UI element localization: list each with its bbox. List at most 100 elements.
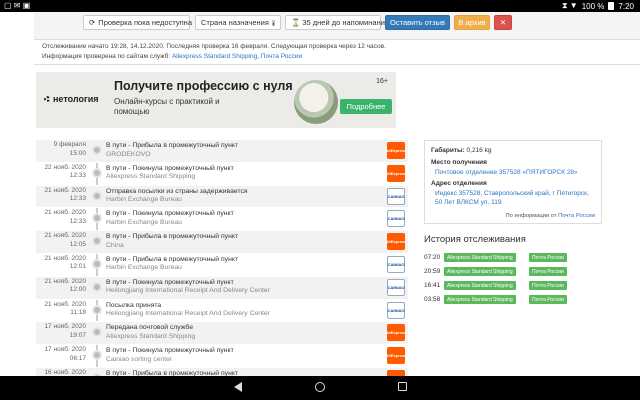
event-datetime: 17 нояб. 2020 19:07 [36, 323, 86, 340]
timeline-dot-icon [92, 350, 102, 361]
ad-banner[interactable]: нетология Получите профессию с нуля Онла… [36, 72, 396, 128]
ad-age-rating: 16+ [376, 78, 388, 85]
destination-country-button[interactable]: Страна назначения [195, 15, 281, 30]
timeline-row: 21 нояб. 2020 12:33 Отправка посылки из ст… [36, 185, 408, 209]
event-location: Harbin Exchange Bureau [106, 218, 182, 226]
history-row: 20:59 Aliexpress Standard Shipping Почта Р… [424, 266, 624, 278]
event-datetime: 21 нояб. 2020 11:18 [36, 301, 86, 318]
event-text: Передана почтовой службе Aliexpress Stand… [106, 324, 376, 341]
leave-review-button[interactable]: Оставить отзыв [385, 15, 450, 30]
event-time: 12:05 [69, 240, 86, 248]
event-time: 15:00 [69, 149, 86, 157]
event-status: В пути - Прибыла в промежуточный пункт [106, 142, 238, 149]
event-status: Передана почтовой службе [106, 324, 193, 332]
dimensions-value: 0,216 kg [466, 147, 492, 154]
event-date: 21 нояб. 2020 [44, 277, 86, 285]
battery-icon [608, 2, 615, 10]
history-badge-aliexpress: Aliexpress Standard Shipping [444, 295, 516, 304]
event-date: 22 нояб. 2020 [44, 163, 86, 171]
event-datetime: 17 нояб. 2020 06:17 [36, 346, 86, 363]
tracking-info: Отслеживание начато 19:28, 14.12.2020. П… [42, 42, 632, 62]
event-location: Aliexpress Standard Shipping [106, 173, 196, 181]
back-icon[interactable] [234, 382, 242, 392]
event-date: 21 нояб. 2020 [44, 209, 86, 217]
event-datetime: 22 нояб. 2020 12:33 [36, 164, 86, 181]
event-date: 21 нояб. 2020 [44, 232, 86, 240]
cainiao-logo-icon: CAINIAO [387, 301, 405, 319]
timeline-row: 21 нояб. 2020 12:01 В пути - Прибыла в про… [36, 254, 408, 277]
service-link-aliexpress[interactable]: Aliexpress Standard Shipping [172, 53, 257, 60]
event-text: Отправка посылки из страны задерживается… [106, 188, 376, 205]
event-status: В пути - Покинула промежуточный пункт [106, 347, 234, 355]
event-text: В пути - Прибыла в промежуточный пункт GR… [106, 142, 376, 159]
aliexpress-logo-icon: AliExpress [386, 164, 406, 182]
reminder-button[interactable]: ⌛ 35 дней до напоминания [285, 15, 389, 30]
office-address-link[interactable]: Индекс 357528, Ставропольский край, г Пя… [435, 189, 595, 207]
event-date: 21 нояб. 2020 [44, 300, 86, 308]
android-status-bar: ▢ ✉ ▣ ⧗ ▼ 100 % 7:20 [0, 0, 640, 12]
event-date: 16 нояб. 2020 [44, 368, 86, 376]
history-time: 03:58 [424, 296, 441, 303]
event-datetime: 9 февраля 15:00 [36, 141, 86, 158]
timeline-dot-icon [92, 327, 102, 338]
event-status: Посылка принята [106, 301, 162, 309]
timeline-row: 9 февраля 15:00 В пути - Прибыла в промежу… [36, 140, 408, 163]
event-datetime: 21 нояб. 2020 12:33 [36, 209, 86, 226]
event-time: 12:01 [69, 263, 86, 271]
office-address-label: Адрес отделения [431, 180, 487, 187]
aliexpress-logo-icon: AliExpress [386, 142, 406, 159]
history-title: История отслеживания [424, 234, 526, 245]
aliexpress-logo-icon: AliExpress [386, 347, 406, 365]
parcel-details-panel: Габариты: 0,216 kg Место получения Почто… [424, 140, 602, 224]
event-location: Harbin Exchange Bureau [106, 264, 182, 272]
history-time: 07:20 [424, 254, 441, 261]
timeline-dot-icon [92, 281, 102, 292]
event-time: 12:33 [69, 172, 86, 180]
clock: 7:20 [618, 1, 634, 11]
timeline-dot-icon [92, 236, 102, 247]
services-prefix: Информация проверена по сайтам служб: [42, 53, 171, 60]
ad-more-button[interactable]: Подробнее [340, 99, 392, 114]
history-badge-russian-post: Почта России [529, 253, 567, 262]
services-line: Информация проверена по сайтам служб: Al… [42, 53, 303, 60]
timeline-row: 16 нояб. 202014:44В пути - Прибыла в про… [36, 367, 408, 376]
delete-button[interactable]: ✕ [494, 15, 512, 30]
event-time: 06:17 [69, 354, 86, 362]
check-unavailable-button[interactable]: ⟳ Проверка пока недоступна [83, 15, 192, 30]
timeline-dot-icon [92, 304, 102, 315]
timeline-dot-icon [92, 167, 102, 178]
receive-place-link[interactable]: Почтовое отделение 357528 «ПЯТИГОРСК 28» [435, 168, 595, 177]
timeline-row: 17 нояб. 2020 19:07 Передана почтовой служ… [36, 322, 408, 346]
archive-button[interactable]: В архив [454, 15, 490, 30]
android-nav-bar [0, 376, 640, 400]
event-status: В пути - Покинула промежуточный пункт [106, 278, 234, 286]
receive-place-label: Место получения [431, 159, 487, 166]
event-text: В пути - Покинула промежуточный пункт Ali… [106, 165, 376, 182]
signal-icons: ⧗ ▼ [561, 1, 578, 10]
cainiao-logo-icon: CAINIAO [387, 278, 405, 296]
russia-flag-icon [271, 19, 275, 26]
event-location: China [106, 241, 124, 249]
history-badge-aliexpress: Aliexpress Standard Shipping [444, 267, 516, 276]
event-status: В пути - Покинула промежуточный пункт [106, 164, 234, 172]
event-location: Aliexpress Standard Shipping [106, 332, 196, 340]
event-status: В пути - Прибыла в промежуточный пункт [106, 255, 238, 263]
source-link[interactable]: Почта России [558, 213, 595, 219]
check-unavailable-label: Проверка пока недоступна [98, 18, 192, 27]
event-datetime: 16 нояб. 202014:44 [36, 369, 86, 376]
home-icon[interactable] [315, 382, 325, 392]
history-time: 20:59 [424, 268, 441, 275]
source-note: По информации от Почта России [506, 213, 595, 219]
service-link-russian-post[interactable]: Почта России [261, 53, 302, 60]
event-date: 17 нояб. 2020 [44, 346, 86, 354]
history-time: 16:41 [424, 282, 441, 289]
timeline-row: 21 нояб. 2020 12:05 В пути - Прибыла в про… [36, 231, 408, 254]
dimensions-label: Габариты: [431, 147, 465, 154]
event-text: В пути - Покинула промежуточный пункт Hei… [106, 279, 376, 296]
recent-apps-icon[interactable] [398, 382, 407, 391]
event-text: В пути - Прибыла в промежуточный пункт Ha… [106, 256, 376, 273]
history-row: 16:41 Aliexpress Standard Shipping Почта Р… [424, 280, 624, 292]
destination-label: Страна назначения [201, 18, 269, 27]
page-margin [0, 12, 34, 376]
battery-level: 100 % [581, 1, 605, 11]
